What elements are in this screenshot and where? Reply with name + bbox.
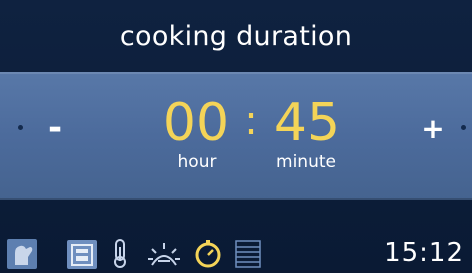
time-separator: :: [244, 98, 258, 144]
oven-mode-icon[interactable]: [66, 237, 98, 269]
heating-element-icon[interactable]: [144, 237, 184, 269]
hour-unit-label: hour: [177, 152, 217, 172]
thermometer-icon[interactable]: [104, 237, 136, 269]
decrease-button[interactable]: -: [40, 111, 70, 145]
glove-icon[interactable]: [6, 237, 38, 269]
clock-display: 15:12: [384, 238, 464, 268]
status-bar: 15:12: [0, 234, 472, 271]
duration-panel: - 00 : 45 hour minute +: [0, 72, 472, 200]
minute-unit-label: minute: [276, 152, 336, 172]
minutes-value[interactable]: 45: [262, 92, 352, 154]
screen-title: cooking duration: [119, 20, 353, 52]
right-indicator-dot: [461, 125, 466, 130]
increase-button[interactable]: +: [418, 114, 448, 144]
timer-icon[interactable]: [192, 237, 224, 269]
left-indicator-dot: [18, 125, 23, 130]
hours-value[interactable]: 00: [152, 92, 240, 154]
oven-display: cooking duration - 00 : 45 hour minute +: [0, 0, 472, 271]
menu-lines-icon[interactable]: [232, 237, 264, 269]
